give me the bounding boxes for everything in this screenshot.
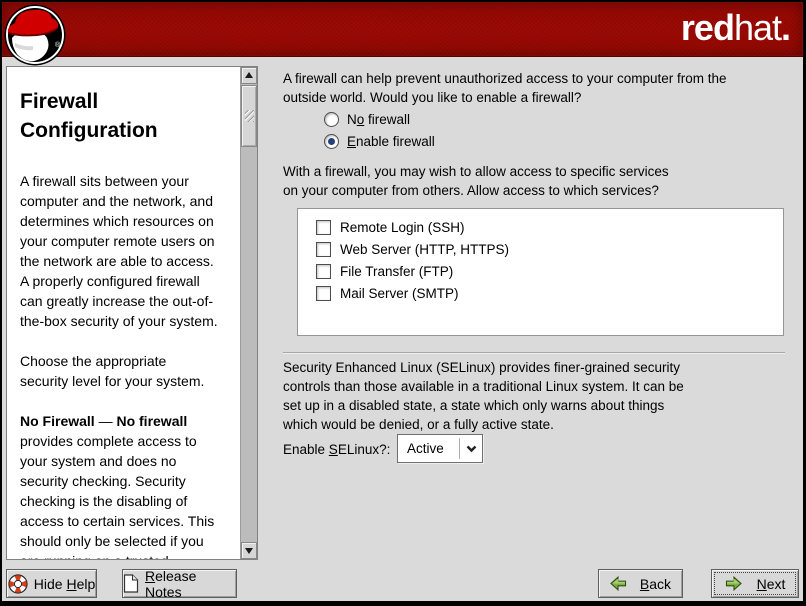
help-dash: — (95, 413, 117, 429)
checkbox-icon[interactable] (316, 264, 331, 279)
help-title: Firewall Configuration (20, 87, 236, 145)
window-frame: redhat. ® Firewall Configuration A firew… (0, 0, 806, 606)
selinux-description-text: Security Enhanced Linux (SELinux) provid… (283, 358, 684, 434)
service-label: Mail Server (SMTP) (340, 286, 459, 301)
selinux-selected-value: Active (398, 441, 459, 456)
label-post: firewall (364, 112, 410, 127)
radio-enable-firewall[interactable]: Enable firewall (324, 133, 435, 150)
arrow-right-icon (725, 576, 742, 591)
label-post: ack (649, 576, 671, 592)
hide-help-button[interactable]: Hide Help (6, 569, 97, 598)
firewall-intro-text: A firewall can help prevent unauthorized… (283, 69, 726, 107)
checkbox-icon[interactable] (316, 220, 331, 235)
help-paragraph-3: No Firewall — No firewall provides compl… (20, 411, 236, 559)
radio-enable-firewall-label: Enable firewall (347, 134, 435, 149)
scrollbar-down-button[interactable] (241, 542, 257, 559)
radio-no-firewall-label: No firewall (347, 112, 410, 127)
life-preserver-icon (8, 574, 28, 594)
selinux-label: Enable SELinux?: (283, 435, 390, 463)
redhat-wordmark: redhat. (681, 8, 790, 48)
arrow-left-icon (610, 576, 627, 591)
label-pre: Enable (283, 442, 329, 457)
wordmark-bold: red (681, 7, 734, 48)
help-panel-text: Firewall Configuration A firewall sits b… (7, 67, 240, 559)
wordmark-rest: hat (734, 7, 781, 48)
label-mnemonic: H (66, 576, 76, 592)
label-post: ext (767, 576, 786, 592)
document-icon (123, 574, 139, 593)
wordmark-dot: . (781, 7, 790, 48)
service-row-ftp[interactable]: File Transfer (FTP) (298, 260, 783, 282)
label-post: ELinux?: (338, 442, 391, 457)
help-panel: Firewall Configuration A firewall sits b… (6, 66, 258, 560)
next-button[interactable]: Next (711, 569, 799, 598)
services-list: Remote Login (SSH) Web Server (HTTP, HTT… (297, 208, 784, 336)
radio-button-icon[interactable] (324, 134, 339, 149)
radio-button-icon[interactable] (324, 112, 339, 127)
checkbox-icon[interactable] (316, 286, 331, 301)
chevron-down-icon (460, 445, 482, 453)
installer-window: redhat. ® Firewall Configuration A firew… (2, 2, 803, 601)
service-row-smtp[interactable]: Mail Server (SMTP) (298, 282, 783, 304)
label-mnemonic: N (757, 576, 767, 592)
label-mnemonic: S (329, 442, 338, 457)
redhat-shadowman-icon: ® (3, 3, 67, 67)
release-notes-button[interactable]: Release Notes (122, 569, 237, 598)
service-label: File Transfer (FTP) (340, 264, 453, 279)
scrollbar-thumb[interactable] (241, 85, 257, 147)
help-scrollbar[interactable] (240, 67, 257, 559)
services-intro-text: With a firewall, you may wish to allow a… (283, 162, 669, 200)
help-paragraph-3-rest: provides complete access to your system … (20, 433, 214, 559)
back-button[interactable]: Back (598, 569, 683, 598)
release-notes-label: Release Notes (145, 568, 236, 600)
label-pre: Hide (34, 576, 67, 592)
service-label: Remote Login (SSH) (340, 220, 465, 235)
label-mnemonic: B (640, 576, 649, 592)
back-label: Back (640, 576, 671, 592)
section-divider (283, 352, 785, 354)
scrollbar-grip-icon (245, 110, 254, 122)
scrollbar-up-button[interactable] (241, 67, 257, 84)
help-bold-no-firewall: No Firewall (20, 413, 95, 429)
arrow-down-icon (245, 548, 253, 558)
help-paragraph-1: A firewall sits between your computer an… (20, 171, 236, 331)
service-row-ssh[interactable]: Remote Login (SSH) (298, 216, 783, 238)
header-banner: redhat. (2, 2, 803, 57)
label-mnemonic: E (347, 134, 356, 149)
help-paragraph-2: Choose the appropriate security level fo… (20, 351, 236, 391)
checkbox-icon[interactable] (316, 242, 331, 257)
label-post: elp (77, 576, 96, 592)
selinux-dropdown[interactable]: Active (397, 434, 483, 463)
label-post: nable firewall (356, 134, 435, 149)
next-label: Next (757, 576, 786, 592)
arrow-up-icon (245, 68, 253, 78)
hide-help-label: Hide Help (34, 576, 96, 592)
label-mnemonic: R (145, 568, 155, 584)
service-label: Web Server (HTTP, HTTPS) (340, 242, 509, 257)
label-pre: N (347, 112, 357, 127)
trademark-symbol: ® (55, 41, 61, 49)
help-bold-no-firewall-2: No firewall (116, 413, 187, 429)
radio-no-firewall[interactable]: No firewall (324, 111, 410, 128)
service-row-web[interactable]: Web Server (HTTP, HTTPS) (298, 238, 783, 260)
